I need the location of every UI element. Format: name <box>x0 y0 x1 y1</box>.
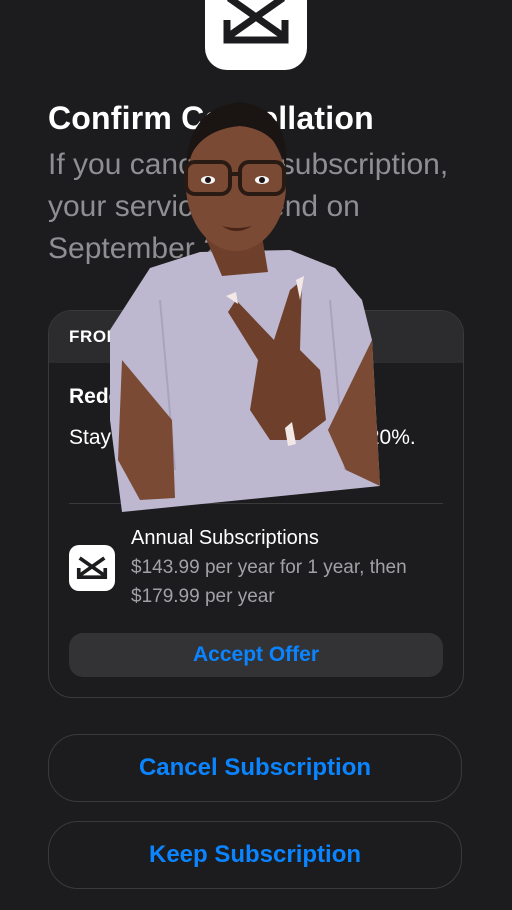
offer-card: FROM CAPCUT Redeem Special Offer Stay su… <box>48 310 464 698</box>
cancel-subscription-button[interactable]: Cancel Subscription <box>48 734 462 802</box>
product-name: Annual Subscriptions <box>131 527 319 549</box>
subscription-cancel-screen: Confirm Cancellation If you cancel this … <box>0 0 512 910</box>
capcut-logo-icon <box>205 0 307 70</box>
accept-offer-button[interactable]: Accept Offer <box>69 633 443 677</box>
offer-header: FROM CAPCUT <box>49 311 463 363</box>
product-price: $143.99 per year for 1 year, then $179.9… <box>131 557 407 607</box>
product-row: Annual Subscriptions $143.99 per year fo… <box>69 523 449 611</box>
keep-subscription-button[interactable]: Keep Subscription <box>48 821 462 889</box>
offer-headline: Redeem Special Offer <box>69 385 287 408</box>
offer-body: Stay subscribed and save up to 20%. <box>69 426 416 449</box>
divider <box>69 503 443 504</box>
capcut-app-icon <box>69 545 115 591</box>
dialog-subtitle: If you cancel this subscription, your se… <box>48 148 449 265</box>
dialog-title: Confirm Cancellation <box>48 100 374 136</box>
